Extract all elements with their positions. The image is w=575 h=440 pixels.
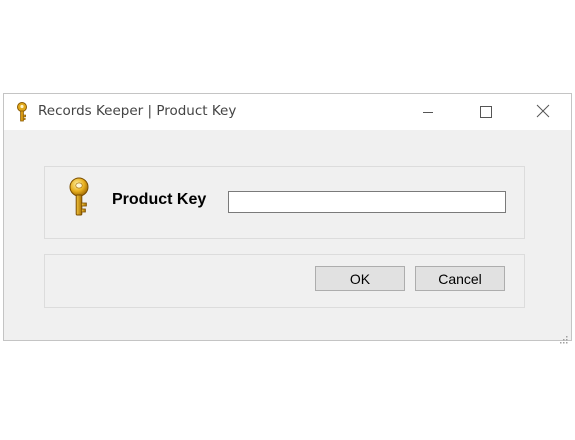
key-icon — [15, 102, 29, 122]
close-icon — [536, 103, 550, 122]
key-icon — [66, 177, 92, 217]
window-title: Records Keeper | Product Key — [38, 103, 237, 119]
dialog-content: Product Key OK Cancel — [4, 130, 571, 344]
cancel-button[interactable]: Cancel — [415, 266, 505, 291]
product-key-dialog: Records Keeper | Product Key Product Key… — [3, 93, 572, 344]
button-group: OK Cancel — [44, 254, 525, 308]
close-button[interactable] — [520, 94, 566, 130]
product-key-input[interactable] — [228, 191, 506, 213]
maximize-icon — [480, 103, 492, 122]
product-key-group: Product Key — [44, 166, 525, 239]
resize-grip-icon[interactable] — [559, 330, 569, 344]
minimize-button[interactable] — [405, 94, 451, 130]
product-key-label: Product Key — [112, 191, 207, 208]
minimize-icon — [422, 103, 434, 122]
title-bar[interactable]: Records Keeper | Product Key — [4, 94, 571, 130]
maximize-button[interactable] — [463, 94, 509, 130]
ok-button[interactable]: OK — [315, 266, 405, 291]
